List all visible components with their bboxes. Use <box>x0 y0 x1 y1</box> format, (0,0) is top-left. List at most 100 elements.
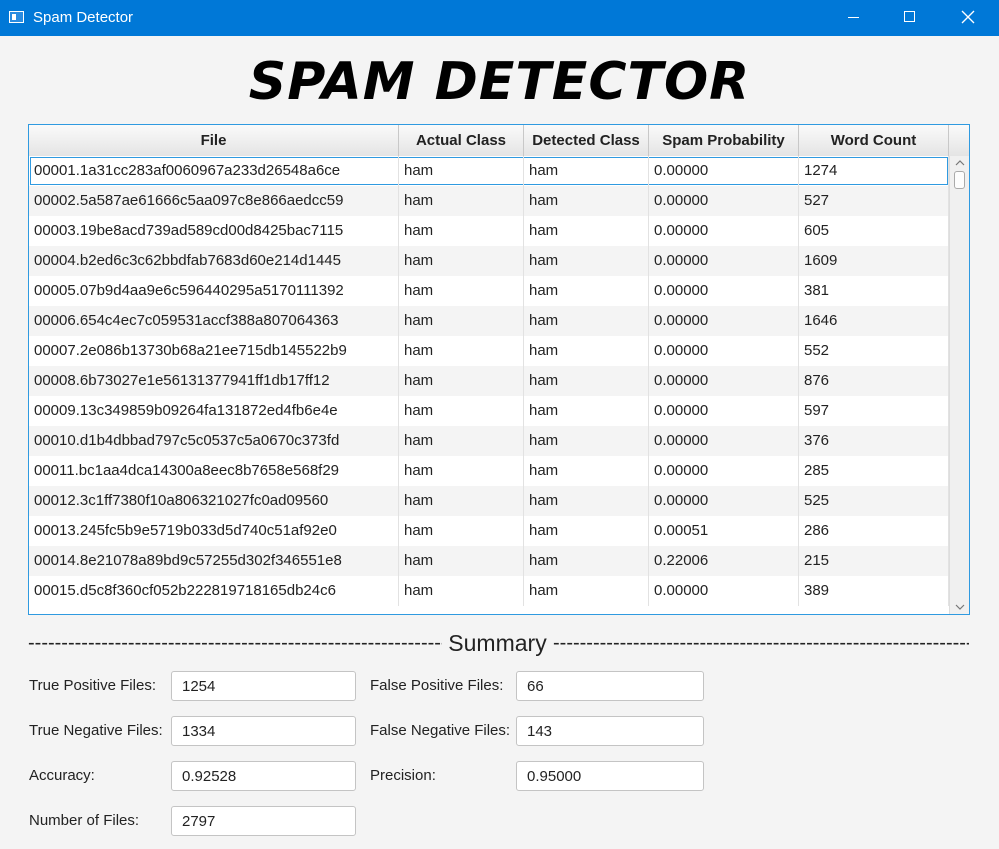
false-positive-label: False Positive Files: <box>370 677 504 694</box>
word-count-cell: 527 <box>799 186 949 216</box>
false-negative-label: False Negative Files: <box>370 722 511 739</box>
word-count-cell: 381 <box>799 276 949 306</box>
actual-class-cell: ham <box>399 216 524 246</box>
false-negative-field[interactable] <box>516 716 704 746</box>
table-row[interactable]: 00013.245fc5b9e5719b033d5d740c51af92e0 ha… <box>29 516 949 546</box>
true-positive-label: True Positive Files: <box>29 677 156 694</box>
word-count-cell: 389 <box>799 576 949 606</box>
accuracy-field[interactable] <box>171 761 356 791</box>
table-row[interactable]: 00015.d5c8f360cf052b222819718165db24c6 ha… <box>29 576 949 606</box>
word-count-cell: 285 <box>799 456 949 486</box>
summary-divider-right: ----------------------------------------… <box>553 632 969 654</box>
scroll-up-icon[interactable] <box>955 159 965 167</box>
spam-probability-cell: 0.00000 <box>649 216 799 246</box>
spam-probability-cell: 0.22006 <box>649 546 799 576</box>
spam-probability-cell: 0.00000 <box>649 486 799 516</box>
detected-class-cell: ham <box>524 276 649 306</box>
detected-class-cell: ham <box>524 246 649 276</box>
file-cell: 00002.5a587ae61666c5aa097c8e866aedcc59 <box>29 186 399 216</box>
actual-class-cell: ham <box>399 306 524 336</box>
maximize-button[interactable] <box>886 0 932 36</box>
file-cell: 00015.d5c8f360cf052b222819718165db24c6 <box>29 576 399 606</box>
table-row[interactable]: 00008.6b73027e1e56131377941ff1db17ff12 ha… <box>29 366 949 396</box>
spam-probability-cell: 0.00000 <box>649 246 799 276</box>
spam-probability-cell: 0.00000 <box>649 426 799 456</box>
column-header-spam-probability[interactable]: Spam Probability <box>649 125 799 156</box>
table-row[interactable]: 00005.07b9d4aa9e6c596440295a5170111392 ha… <box>29 276 949 306</box>
app-icon <box>9 11 24 23</box>
scrollbar-thumb[interactable] <box>954 171 965 189</box>
close-button[interactable] <box>945 0 991 36</box>
true-negative-field[interactable] <box>171 716 356 746</box>
file-cell: 00014.8e21078a89bd9c57255d302f346551e8 <box>29 546 399 576</box>
detected-class-cell: ham <box>524 486 649 516</box>
word-count-cell: 376 <box>799 426 949 456</box>
column-header-word-count[interactable]: Word Count <box>799 125 949 156</box>
table-row[interactable]: 00004.b2ed6c3c62bbdfab7683d60e214d1445 ha… <box>29 246 949 276</box>
table-row[interactable]: 00010.d1b4dbbad797c5c0537c5a0670c373fd ha… <box>29 426 949 456</box>
vertical-scrollbar[interactable] <box>949 156 969 614</box>
table-row[interactable]: 00009.13c349859b09264fa131872ed4fb6e4e ha… <box>29 396 949 426</box>
accuracy-label: Accuracy: <box>29 767 95 784</box>
detected-class-cell: ham <box>524 426 649 456</box>
actual-class-cell: ham <box>399 516 524 546</box>
actual-class-cell: ham <box>399 546 524 576</box>
table-row[interactable]: 00002.5a587ae61666c5aa097c8e866aedcc59 ha… <box>29 186 949 216</box>
true-positive-field[interactable] <box>171 671 356 701</box>
close-icon <box>961 10 975 24</box>
table-body: 00001.1a31cc283af0060967a233d26548a6ce ha… <box>29 156 949 614</box>
file-cell: 00003.19be8acd739ad589cd00d8425bac7115 <box>29 216 399 246</box>
file-cell: 00009.13c349859b09264fa131872ed4fb6e4e <box>29 396 399 426</box>
spam-probability-cell: 0.00000 <box>649 156 799 186</box>
column-header-actual-class[interactable]: Actual Class <box>399 125 524 156</box>
detected-class-cell: ham <box>524 516 649 546</box>
number-of-files-field[interactable] <box>171 806 356 836</box>
false-positive-field[interactable] <box>516 671 704 701</box>
table-row[interactable]: 00001.1a31cc283af0060967a233d26548a6ce ha… <box>29 156 949 186</box>
word-count-cell: 1274 <box>799 156 949 186</box>
page-title: SPAM DETECTOR <box>248 52 751 112</box>
detected-class-cell: ham <box>524 546 649 576</box>
precision-field[interactable] <box>516 761 704 791</box>
table-row[interactable]: 00006.654c4ec7c059531accf388a807064363 ha… <box>29 306 949 336</box>
spam-probability-cell: 0.00000 <box>649 576 799 606</box>
word-count-cell: 215 <box>799 546 949 576</box>
detected-class-cell: ham <box>524 576 649 606</box>
minimize-icon <box>848 17 859 18</box>
window-title: Spam Detector <box>33 9 134 26</box>
file-cell: 00006.654c4ec7c059531accf388a807064363 <box>29 306 399 336</box>
spam-probability-cell: 0.00000 <box>649 456 799 486</box>
table-row[interactable]: 00014.8e21078a89bd9c57255d302f346551e8 ha… <box>29 546 949 576</box>
scroll-down-icon[interactable] <box>955 603 965 611</box>
column-header-file[interactable]: File <box>29 125 399 156</box>
summary-divider-left: ----------------------------------------… <box>28 632 442 654</box>
table-row[interactable]: 00007.2e086b13730b68a21ee715db145522b9 ha… <box>29 336 949 366</box>
true-negative-label: True Negative Files: <box>29 722 163 739</box>
detected-class-cell: ham <box>524 396 649 426</box>
actual-class-cell: ham <box>399 276 524 306</box>
actual-class-cell: ham <box>399 366 524 396</box>
results-table[interactable]: File Actual Class Detected Class Spam Pr… <box>28 124 970 615</box>
spam-probability-cell: 0.00000 <box>649 276 799 306</box>
word-count-cell: 286 <box>799 516 949 546</box>
word-count-cell: 597 <box>799 396 949 426</box>
file-cell: 00005.07b9d4aa9e6c596440295a5170111392 <box>29 276 399 306</box>
maximize-icon <box>904 11 915 22</box>
actual-class-cell: ham <box>399 426 524 456</box>
table-row[interactable]: 00012.3c1ff7380f10a806321027fc0ad09560 ha… <box>29 486 949 516</box>
number-of-files-label: Number of Files: <box>29 812 140 829</box>
file-cell: 00004.b2ed6c3c62bbdfab7683d60e214d1445 <box>29 246 399 276</box>
file-cell: 00008.6b73027e1e56131377941ff1db17ff12 <box>29 366 399 396</box>
actual-class-cell: ham <box>399 186 524 216</box>
word-count-cell: 525 <box>799 486 949 516</box>
table-row[interactable]: 00011.bc1aa4dca14300a8eec8b7658e568f29 ha… <box>29 456 949 486</box>
word-count-cell: 552 <box>799 336 949 366</box>
detected-class-cell: ham <box>524 186 649 216</box>
minimize-button[interactable] <box>830 0 876 36</box>
detected-class-cell: ham <box>524 216 649 246</box>
spam-probability-cell: 0.00000 <box>649 396 799 426</box>
spam-probability-cell: 0.00051 <box>649 516 799 546</box>
table-row[interactable]: 00003.19be8acd739ad589cd00d8425bac7115 ha… <box>29 216 949 246</box>
column-header-detected-class[interactable]: Detected Class <box>524 125 649 156</box>
spam-probability-cell: 0.00000 <box>649 186 799 216</box>
